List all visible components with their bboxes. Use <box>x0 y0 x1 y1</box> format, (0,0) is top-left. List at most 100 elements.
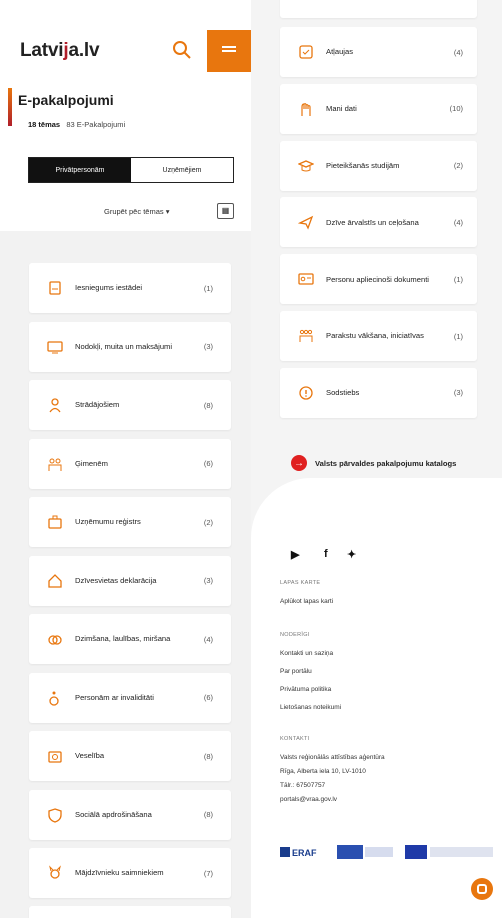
menu-button[interactable] <box>207 30 251 72</box>
catalog-link[interactable]: → Valsts pārvaldes pakalpojumu katalogs <box>291 455 456 471</box>
category-count: (1) <box>453 274 463 284</box>
category-card-atlaujas[interactable]: Atļaujas (4) <box>280 27 477 77</box>
category-count: (3) <box>203 342 213 351</box>
category-card-dzive-arvalstis-un-celosana[interactable]: Dzīve ārvalstīs un ceļošana (4) <box>280 197 477 248</box>
category-count: (8) <box>203 810 213 819</box>
category-count: (10) <box>449 104 463 114</box>
category-label: Pieteikšanās studijām <box>326 161 400 171</box>
category-count: (4) <box>453 47 463 57</box>
alert-icon <box>299 386 313 400</box>
footer-contact-phone: Tālr.: 67507757 <box>280 782 326 789</box>
category-count: (2) <box>453 161 463 171</box>
footer-link-privatums[interactable]: Privātuma politika <box>280 686 331 693</box>
category-card-personam-ar-invaliditati[interactable]: Personām ar invaliditāti (6) <box>29 672 231 723</box>
category-label: Dzīvesvietas deklarācija <box>75 575 157 585</box>
page-header: Latvija.lv E-pakalpojumi 18 tēmas 83 E-P… <box>0 0 251 231</box>
category-label: Dzīve ārvalstīs un ceļošana <box>326 217 419 227</box>
category-card-dzimsana-laulibas-mirsana[interactable]: Dzimšana, laulības, miršana (4) <box>29 614 231 664</box>
category-label: Uzņēmumu reģistrs <box>75 517 141 527</box>
category-card-parakstu-vaksana-iniciativas[interactable]: Parakstu vākšana, iniciatīvas (1) <box>280 311 477 361</box>
facebook-icon[interactable]: f <box>324 548 328 560</box>
footer-sitemap-link[interactable]: Aplūkot lapas karti <box>280 598 333 605</box>
category-count: (2) <box>203 517 213 527</box>
svg-text:ERAF: ERAF <box>292 848 317 858</box>
tab-privatpersonam[interactable]: Privātpersonām <box>29 158 131 182</box>
audience-tabs: Privātpersonām Uzņēmējiem <box>28 157 234 183</box>
category-label: Sociālā apdrošināšana <box>75 809 152 819</box>
category-label: Personu apliecinoši dokumenti <box>326 274 429 284</box>
footer-kontakti-heading: KONTAKTI <box>280 736 310 742</box>
arrow-right-icon: → <box>291 455 307 471</box>
search-icon[interactable] <box>170 38 194 62</box>
catalog-link-label: Valsts pārvaldes pakalpojumu katalogs <box>315 458 457 468</box>
youtube-icon[interactable]: ▶ <box>291 548 299 561</box>
category-label: Ģimenēm <box>75 458 108 468</box>
rings-icon <box>48 635 62 645</box>
category-label: Nodokļi, muita un maksājumi <box>75 341 173 351</box>
id-card-icon <box>298 273 314 285</box>
category-card-dzivesvietas-deklaracija[interactable]: Dzīvesvietas deklarācija (3) <box>29 555 231 606</box>
title-accent-bar <box>8 88 12 126</box>
family-icon <box>48 458 62 471</box>
category-card-stradajosiem[interactable]: Strādājošiem (8) <box>29 380 231 430</box>
page-meta: 18 tēmas 83 E-Pakalpojumi <box>28 120 125 129</box>
grid-view-icon[interactable]: ▦ <box>217 203 234 219</box>
site-logo[interactable]: Latvija.lv <box>20 40 100 62</box>
tab-uznemejiem[interactable]: Uzņēmējiem <box>131 158 233 182</box>
briefcase-icon <box>48 515 62 529</box>
page-title: E-pakalpojumi <box>18 92 114 108</box>
footer-link-noteikumi[interactable]: Lietošanas noteikumi <box>280 704 341 711</box>
category-label: Sodstiebs <box>326 388 360 398</box>
permit-icon <box>299 45 313 59</box>
category-card-partial[interactable] <box>29 906 231 918</box>
pet-icon <box>49 865 61 879</box>
category-card-personu-apliecinosi-dokumenti[interactable]: Personu apliecinoši dokumenti (1) <box>280 254 477 305</box>
group-by-dropdown[interactable]: Grupēt pēc tēmas ▾ <box>104 207 169 216</box>
plane-icon <box>298 216 314 231</box>
category-label: Parakstu vākšana, iniciatīvas <box>326 331 424 341</box>
footer-link-kontakti[interactable]: Kontakti un saziņa <box>280 650 333 657</box>
shield-icon <box>48 807 62 823</box>
category-card-majdzivnieku-saimniekiem[interactable]: Mājdzīvnieku saimniekiem (7) <box>29 848 231 898</box>
worker-icon <box>49 398 61 413</box>
house-icon <box>48 573 62 588</box>
category-count: (1) <box>203 283 213 293</box>
category-card-iesniegums-iestadei[interactable]: Iesniegums iestādei (1) <box>29 263 231 313</box>
category-label: Dzimšana, laulības, miršana <box>75 634 171 644</box>
category-count: (6) <box>203 459 213 468</box>
footer-sitemap-heading: LAPAS KARTE <box>280 580 321 586</box>
category-label: Iesniegums iestādei <box>75 283 143 293</box>
document-icon <box>49 281 61 295</box>
footer-contact-email[interactable]: portals@vraa.gov.lv <box>280 796 337 803</box>
hamburger-icon <box>222 50 236 52</box>
category-card-nodokli-muita-un-maksajumi[interactable]: Nodokļi, muita un maksājumi (3) <box>29 321 231 372</box>
left-column: Latvija.lv E-pakalpojumi 18 tēmas 83 E-P… <box>0 0 251 918</box>
category-count: (8) <box>203 400 213 410</box>
health-icon <box>48 751 62 763</box>
category-label: Mājdzīvnieku saimniekiem <box>75 868 164 878</box>
category-card-pieteiksanas-studijam[interactable]: Pieteikšanās studijām (2) <box>280 140 477 191</box>
monitor-icon <box>47 340 63 353</box>
category-card-veseliba[interactable]: Veselība (8) <box>29 731 231 781</box>
hand-icon <box>301 102 311 116</box>
category-count: (3) <box>453 388 463 398</box>
category-card-gimenem[interactable]: Ģimenēm (6) <box>29 438 231 489</box>
category-card-uznemumu-registrs[interactable]: Uzņēmumu reģistrs (2) <box>29 497 231 547</box>
chat-icon <box>477 884 487 894</box>
right-column: Atļaujas (4) Mani dati (10) Pieteikšanās stu… <box>251 0 502 918</box>
services-count: 83 E-Pakalpojumi <box>66 120 126 129</box>
category-card-mani-dati[interactable]: Mani dati (10) <box>280 83 477 134</box>
footer-noderigi-heading: NODERĪGI <box>280 632 310 638</box>
category-card-sociala-apdrosinasana[interactable]: Sociālā apdrošināšana (8) <box>29 789 231 840</box>
category-count: (4) <box>203 634 213 644</box>
category-card-partial[interactable] <box>280 0 477 18</box>
category-count: (7) <box>203 868 213 878</box>
category-label: Mani dati <box>326 104 357 114</box>
footer-link-par-portalu[interactable]: Par portālu <box>280 668 312 675</box>
wheelchair-icon <box>49 691 59 706</box>
category-card-sodstiebs[interactable]: Sodstiebs (3) <box>280 367 477 418</box>
category-label: Personām ar invaliditāti <box>75 692 154 702</box>
twitter-icon[interactable]: ✦ <box>347 548 356 561</box>
themes-count: 18 tēmas <box>28 120 61 129</box>
chat-button[interactable] <box>471 878 493 900</box>
